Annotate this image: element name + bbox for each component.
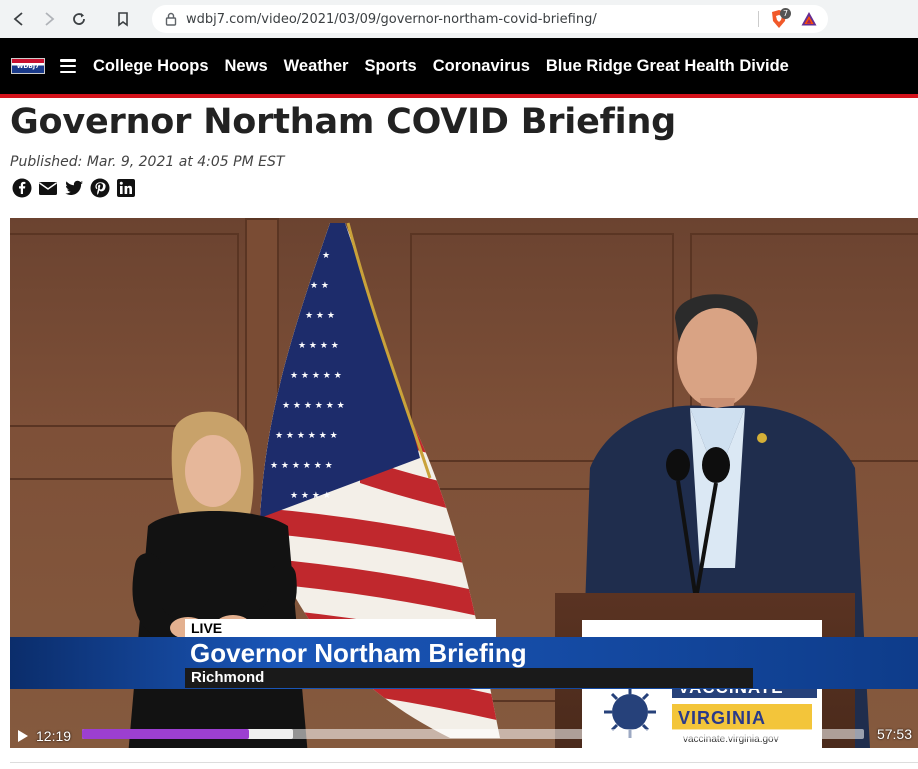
linkedin-icon[interactable] bbox=[116, 178, 136, 198]
nav-blue-ridge-health-divide[interactable]: Blue Ridge Great Health Divide bbox=[546, 57, 789, 76]
nav-college-hoops[interactable]: College Hoops bbox=[93, 57, 209, 76]
facebook-icon[interactable] bbox=[12, 178, 32, 198]
sign-language-interpreter bbox=[128, 411, 308, 748]
site-logo[interactable]: WDBJ7 bbox=[11, 58, 45, 74]
brave-rewards-icon[interactable] bbox=[800, 10, 818, 28]
current-time: 12:19 bbox=[36, 727, 72, 744]
nav-coronavirus[interactable]: Coronavirus bbox=[433, 57, 530, 76]
logo-text: WDBJ7 bbox=[16, 62, 40, 70]
page-title: Governor Northam COVID Briefing bbox=[10, 102, 677, 142]
progress-bar[interactable] bbox=[82, 729, 864, 739]
bookmark-icon[interactable] bbox=[112, 8, 134, 30]
play-icon[interactable] bbox=[16, 729, 30, 743]
lock-icon bbox=[165, 12, 177, 26]
svg-text:★ ★ ★ ★: ★ ★ ★ ★ bbox=[298, 341, 339, 351]
reload-icon[interactable] bbox=[68, 8, 90, 30]
nav-news[interactable]: News bbox=[225, 57, 268, 76]
broadcast-location: Richmond bbox=[185, 668, 753, 688]
svg-text:★ ★ ★ ★ ★: ★ ★ ★ ★ ★ bbox=[290, 371, 342, 381]
back-icon[interactable] bbox=[8, 8, 30, 30]
forward-icon[interactable] bbox=[38, 8, 60, 30]
broadcast-headline: Governor Northam Briefing bbox=[190, 638, 527, 668]
pinterest-icon[interactable] bbox=[90, 178, 110, 198]
brave-badge: 7 bbox=[780, 8, 792, 19]
published-date: Published: Mar. 9, 2021 at 4:05 PM EST bbox=[10, 154, 285, 170]
live-label: LIVE bbox=[185, 619, 496, 637]
progress-played bbox=[82, 729, 249, 739]
menu-icon[interactable] bbox=[60, 59, 76, 73]
svg-text:★: ★ bbox=[322, 251, 330, 261]
nav-sports[interactable]: Sports bbox=[364, 57, 416, 76]
duration: 57:53 bbox=[876, 726, 912, 742]
site-header: WDBJ7 College Hoops News Weather Sports … bbox=[0, 38, 918, 98]
nav-weather[interactable]: Weather bbox=[284, 57, 349, 76]
share-bar bbox=[12, 178, 136, 198]
address-bar[interactable]: wdbj7.com/video/2021/03/09/governor-nort… bbox=[152, 5, 828, 33]
browser-toolbar: wdbj7.com/video/2021/03/09/governor-nort… bbox=[0, 0, 918, 38]
video-player[interactable]: ★ ★ ★ ★ ★ ★ ★ ★ ★ ★ ★ ★ ★ ★ ★ ★ ★ ★ ★ ★ ★ ★ … bbox=[10, 218, 918, 748]
divider bbox=[758, 11, 759, 27]
microphones bbox=[666, 447, 730, 593]
content-divider bbox=[10, 762, 918, 763]
video-controls: 12:19 57:53 bbox=[10, 723, 918, 748]
main-nav: College Hoops News Weather Sports Corona… bbox=[93, 57, 805, 76]
svg-text:★ ★: ★ ★ bbox=[310, 281, 329, 291]
twitter-icon[interactable] bbox=[64, 178, 84, 198]
email-icon[interactable] bbox=[38, 178, 58, 198]
url-text[interactable]: wdbj7.com/video/2021/03/09/governor-nort… bbox=[186, 12, 597, 27]
svg-text:★ ★ ★: ★ ★ ★ bbox=[305, 311, 335, 321]
